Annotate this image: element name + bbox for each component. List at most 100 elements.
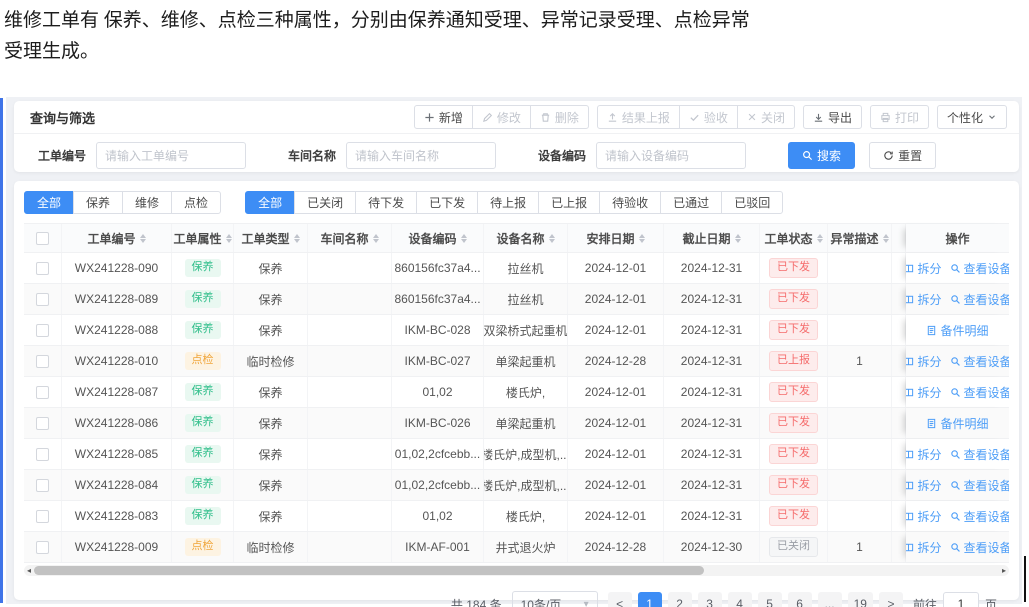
intro-text: 维修工单有 保养、维修、点检三种属性，分别由保养通知受理、异常记录受理、点检异常… — [4, 5, 1026, 67]
sort-icon[interactable] — [373, 234, 379, 243]
row-checkbox[interactable] — [36, 293, 49, 306]
cell-device-name: 楼氏炉,成型机,... — [484, 470, 568, 500]
action-link[interactable]: 查看设备 — [950, 353, 1010, 370]
goto-page-input[interactable] — [943, 592, 979, 607]
sort-icon[interactable] — [294, 234, 300, 243]
tab-status-rejected[interactable]: 已驳回 — [721, 191, 783, 214]
col-device-name[interactable]: 设备名称 — [484, 224, 568, 252]
tab-status-to-issue[interactable]: 待下发 — [355, 191, 417, 214]
col-action: 操作 — [906, 224, 1009, 252]
sort-icon[interactable] — [549, 234, 555, 243]
page-button-3[interactable]: 3 — [698, 592, 722, 607]
row-checkbox[interactable] — [36, 448, 49, 461]
action-link[interactable]: 备件明细 — [926, 322, 988, 339]
print-button[interactable]: 打印 — [870, 105, 929, 129]
tab-attr-dianjian[interactable]: 点检 — [171, 191, 221, 214]
accept-button[interactable]: 验收 — [679, 105, 738, 129]
cell-start-date: 2024-12-01 — [568, 470, 664, 500]
row-checkbox[interactable] — [36, 479, 49, 492]
sort-icon[interactable] — [639, 234, 645, 243]
col-device-code[interactable]: 设备编码 — [392, 224, 484, 252]
action-link[interactable]: 查看设备 — [950, 384, 1010, 401]
edit-button[interactable]: 修改 — [472, 105, 531, 129]
action-link[interactable]: 查看设备 — [950, 446, 1010, 463]
action-link[interactable]: 拆分 — [906, 539, 942, 556]
action-link[interactable]: 拆分 — [906, 508, 942, 525]
col-order-no[interactable]: 工单编号 — [62, 224, 172, 252]
action-link[interactable]: 查看设备 — [950, 291, 1010, 308]
close-order-button[interactable]: 关闭 — [737, 105, 795, 129]
tab-attr-all[interactable]: 全部 — [24, 191, 74, 214]
row-checkbox[interactable] — [36, 355, 49, 368]
tab-status-passed[interactable]: 已通过 — [660, 191, 722, 214]
row-checkbox[interactable] — [36, 262, 49, 275]
action-link[interactable]: 备件明细 — [926, 415, 988, 432]
col-type[interactable]: 工单类型 — [234, 224, 308, 252]
col-end-date[interactable]: 截止日期 — [664, 224, 760, 252]
next-page-button[interactable]: > — [879, 592, 903, 607]
sort-icon[interactable] — [226, 234, 232, 243]
export-button[interactable]: 导出 — [803, 105, 862, 129]
page-button-1[interactable]: 1 — [638, 592, 662, 607]
cell-device-name: 拉丝机 — [484, 284, 568, 314]
sort-icon[interactable] — [817, 234, 823, 243]
order-no-input[interactable] — [96, 142, 246, 169]
tab-status-all[interactable]: 全部 — [245, 191, 295, 214]
action-link[interactable]: 拆分 — [906, 353, 942, 370]
search-button[interactable]: 搜索 — [788, 142, 855, 169]
workshop-name-input[interactable] — [346, 142, 496, 169]
col-workshop[interactable]: 车间名称 — [308, 224, 392, 252]
scroll-left-arrow[interactable]: ◂ — [27, 567, 31, 575]
action-link[interactable]: 拆分 — [906, 446, 942, 463]
tab-status-to-report[interactable]: 待上报 — [477, 191, 539, 214]
action-link[interactable]: 拆分 — [906, 384, 942, 401]
result-report-button[interactable]: 结果上报 — [597, 105, 680, 129]
select-all-checkbox[interactable] — [36, 232, 49, 245]
action-link[interactable]: 查看设备 — [950, 260, 1010, 277]
tab-status-closed[interactable]: 已关闭 — [294, 191, 356, 214]
device-code-input[interactable] — [596, 142, 746, 169]
scrollbar-thumb[interactable] — [34, 566, 704, 575]
tab-attr-baoyang[interactable]: 保养 — [73, 191, 123, 214]
tab-status-reported[interactable]: 已上报 — [538, 191, 600, 214]
action-link[interactable]: 查看设备 — [950, 477, 1010, 494]
page-button-6[interactable]: 6 — [788, 592, 812, 607]
action-link[interactable]: 查看设备 — [950, 539, 1010, 556]
col-abnormal[interactable]: 异常描述 — [828, 224, 892, 252]
row-checkbox[interactable] — [36, 541, 49, 554]
sort-icon[interactable] — [461, 234, 467, 243]
row-checkbox[interactable] — [36, 510, 49, 523]
delete-button[interactable]: 删除 — [530, 105, 589, 129]
cell-actions: 拆分查看设备 — [906, 470, 1009, 500]
scroll-right-arrow[interactable]: ▸ — [1002, 567, 1006, 575]
horizontal-scrollbar[interactable]: ◂ ▸ — [24, 565, 1009, 576]
page-size-select[interactable]: 10条/页▾ — [512, 591, 598, 607]
page-button-19[interactable]: 19 — [848, 592, 873, 607]
prev-page-button[interactable]: < — [608, 592, 632, 607]
row-checkbox[interactable] — [36, 386, 49, 399]
sort-icon[interactable] — [883, 234, 889, 243]
row-checkbox[interactable] — [36, 417, 49, 430]
action-link[interactable]: 拆分 — [906, 477, 942, 494]
action-link[interactable]: 查看设备 — [950, 508, 1010, 525]
page-button-5[interactable]: 5 — [758, 592, 782, 607]
col-status[interactable]: 工单状态 — [760, 224, 828, 252]
page-button-2[interactable]: 2 — [668, 592, 692, 607]
add-button[interactable]: 新增 — [414, 105, 473, 129]
action-link[interactable]: 拆分 — [906, 260, 942, 277]
cell-type: 保养 — [234, 315, 308, 345]
tab-attr-weixiu[interactable]: 维修 — [122, 191, 172, 214]
reset-button[interactable]: 重置 — [869, 142, 936, 169]
page-button-4[interactable]: 4 — [728, 592, 752, 607]
col-attr[interactable]: 工单属性 — [172, 224, 234, 252]
cell-workshop — [308, 377, 392, 407]
action-link[interactable]: 拆分 — [906, 291, 942, 308]
personalize-button[interactable]: 个性化 — [937, 105, 1007, 129]
row-checkbox[interactable] — [36, 324, 49, 337]
sort-icon[interactable] — [735, 234, 741, 243]
sort-icon[interactable] — [140, 234, 146, 243]
tab-status-issued[interactable]: 已下发 — [416, 191, 478, 214]
page-ellipsis[interactable]: ... — [818, 592, 842, 607]
col-start-date[interactable]: 安排日期 — [568, 224, 664, 252]
tab-status-to-accept[interactable]: 待验收 — [599, 191, 661, 214]
